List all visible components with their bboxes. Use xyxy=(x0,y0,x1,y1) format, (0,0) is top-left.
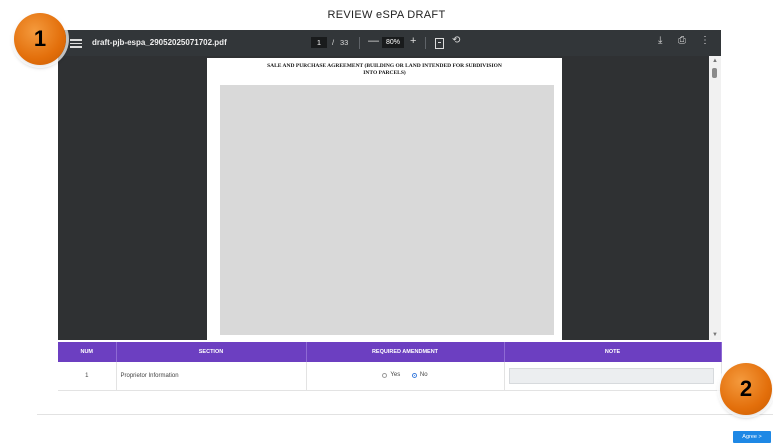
row-section: Proprietor Information xyxy=(116,362,307,391)
pdf-page-heading: SALE AND PURCHASE AGREEMENT (BUILDING OR… xyxy=(227,63,542,77)
scroll-thumb[interactable] xyxy=(712,68,717,78)
footer-divider xyxy=(37,414,773,415)
zoom-out-icon[interactable]: — xyxy=(368,35,379,47)
page-separator: / xyxy=(332,38,335,47)
pdf-page-image xyxy=(220,85,554,335)
download-icon[interactable]: ⤓ xyxy=(658,35,662,46)
header-required-amendment: REQUIRED AMENDMENT xyxy=(306,342,505,362)
pdf-viewer[interactable]: draft-pjb-espa_29052025071702.pdf 1 / 33… xyxy=(58,30,721,340)
callout-badge-2: 2 xyxy=(720,363,772,415)
table-row: 1 Proprietor Information Yes No xyxy=(58,362,722,391)
pdf-filename: draft-pjb-espa_29052025071702.pdf xyxy=(92,38,227,47)
amendment-table: NUM SECTION REQUIRED AMENDMENT NOTE 1 Pr… xyxy=(58,342,722,391)
menu-icon[interactable] xyxy=(70,37,82,49)
pdf-toolbar: draft-pjb-espa_29052025071702.pdf 1 / 33… xyxy=(58,30,721,56)
agree-button[interactable]: Agree > xyxy=(733,431,771,443)
no-radio[interactable] xyxy=(411,372,417,378)
page-number-input[interactable]: 1 xyxy=(311,37,327,48)
note-input[interactable] xyxy=(508,368,714,384)
fit-page-icon[interactable] xyxy=(435,38,444,49)
row-required-amendment: Yes No xyxy=(306,362,505,391)
more-vert-icon[interactable]: ⋮ xyxy=(700,35,710,46)
scroll-down-icon[interactable]: ▼ xyxy=(712,332,718,338)
callout-badge-1: 1 xyxy=(14,13,66,65)
zoom-level-input[interactable]: 80% xyxy=(382,37,404,48)
pdf-heading-line: SALE AND PURCHASE AGREEMENT (BUILDING OR… xyxy=(267,63,502,69)
yes-radio[interactable] xyxy=(382,372,388,378)
pdf-page: SALE AND PURCHASE AGREEMENT (BUILDING OR… xyxy=(207,58,562,340)
header-section: SECTION xyxy=(116,342,307,362)
page-title: REVIEW eSPA DRAFT xyxy=(327,9,446,21)
row-note xyxy=(504,362,722,391)
rotate-icon[interactable]: ⟲ xyxy=(452,35,460,46)
header-note: NOTE xyxy=(504,342,722,362)
amendment-yes-option[interactable]: Yes xyxy=(382,372,400,378)
amendment-no-option[interactable]: No xyxy=(411,372,428,379)
toolbar-divider xyxy=(359,37,360,49)
pdf-scrollbar[interactable]: ▲ ▼ xyxy=(709,56,721,340)
row-num: 1 xyxy=(58,362,117,391)
no-label: No xyxy=(419,372,428,379)
total-pages: 33 xyxy=(340,38,349,47)
toolbar-divider xyxy=(425,37,426,49)
pdf-heading-line: INTO PARCELS) xyxy=(363,70,406,76)
scroll-up-icon[interactable]: ▲ xyxy=(712,58,718,64)
zoom-in-icon[interactable]: + xyxy=(410,35,416,47)
yes-label: Yes xyxy=(390,372,401,379)
table-header-row: NUM SECTION REQUIRED AMENDMENT NOTE xyxy=(58,342,722,362)
print-icon[interactable]: ⎙ xyxy=(678,35,686,46)
header-num: NUM xyxy=(58,342,117,362)
